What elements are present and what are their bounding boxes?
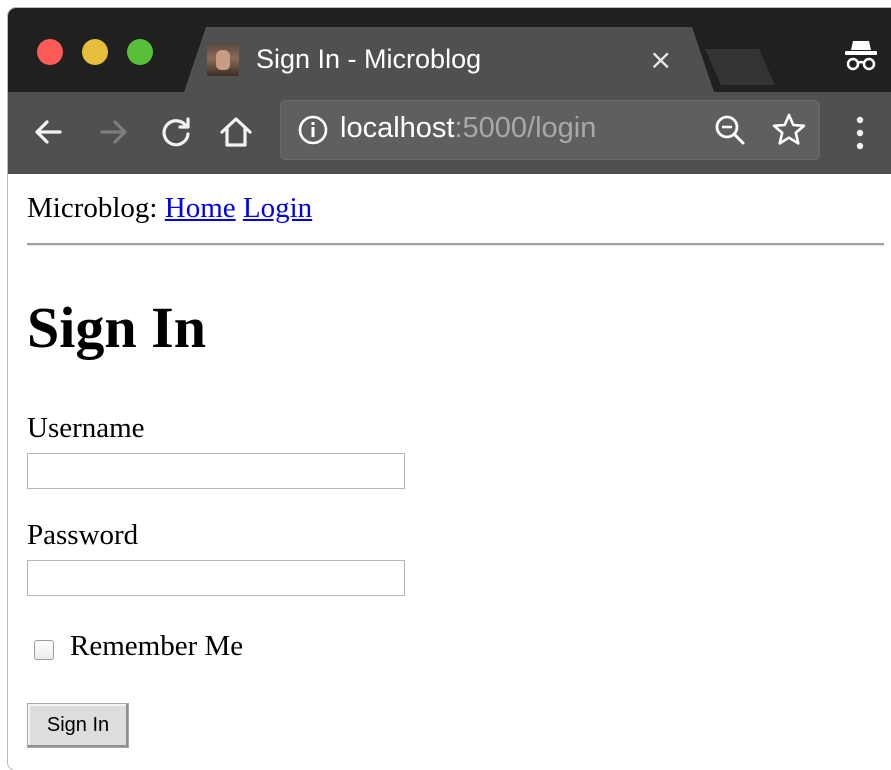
sign-in-button[interactable]: Sign In [27,703,129,748]
menu-icon[interactable] [854,114,866,152]
info-icon[interactable] [296,113,330,147]
password-input[interactable] [27,560,405,596]
window-close-button[interactable] [37,39,63,65]
horizontal-rule [27,243,884,246]
url-host: localhost [340,112,455,144]
tab-strip: Sign In - Microblog × [8,8,891,92]
site-nav: Microblog: Home Login [27,192,312,225]
reload-icon[interactable] [156,112,196,152]
nav-link-login[interactable]: Login [243,192,312,224]
home-icon[interactable] [216,112,256,152]
username-input[interactable] [27,453,405,489]
url-text[interactable]: localhost:5000/login [340,112,596,145]
window-minimize-button[interactable] [82,39,108,65]
password-label: Password [27,519,139,551]
new-tab-button[interactable] [705,49,775,85]
favicon-icon [207,44,239,76]
browser-window: Sign In - Microblog × localhost:5000/log… [8,8,891,770]
nav-link-home[interactable]: Home [165,192,236,224]
zoom-icon[interactable] [712,112,748,148]
page-title: Sign In [27,295,206,360]
remember-me-label[interactable]: Remember Me [70,630,243,663]
tab-close-icon[interactable]: × [649,44,672,76]
address-bar[interactable]: localhost:5000/login [280,100,820,160]
star-icon[interactable] [770,111,808,149]
page-content: Microblog: Home Login Sign In Username P… [8,174,891,770]
url-path: :5000/login [454,112,597,144]
arrow-left-icon[interactable] [28,112,68,152]
window-zoom-button[interactable] [127,39,153,65]
browser-toolbar: localhost:5000/login [8,92,891,174]
arrow-right-icon[interactable] [94,112,134,152]
remember-me-checkbox[interactable] [34,640,54,660]
tab-title: Sign In - Microblog [256,44,482,74]
site-name: Microblog: [27,192,158,224]
incognito-icon [841,36,881,76]
username-label: Username [27,412,145,444]
